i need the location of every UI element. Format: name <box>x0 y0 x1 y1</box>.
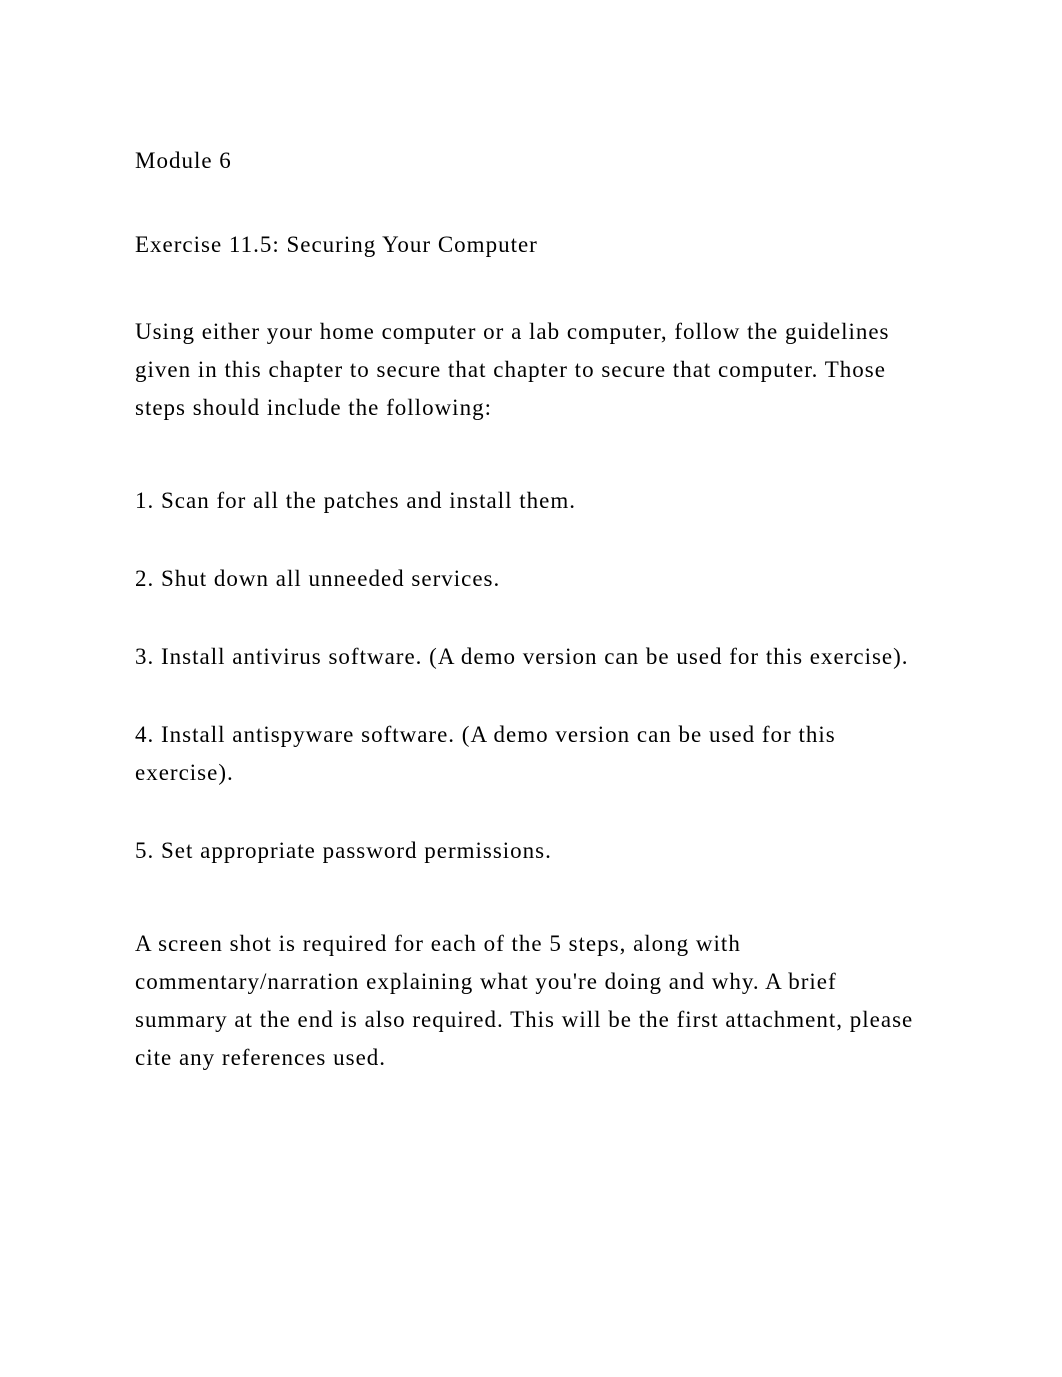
step-item: 3. Install antivirus software. (A demo v… <box>135 638 927 676</box>
closing-paragraph: A screen shot is required for each of th… <box>135 925 927 1077</box>
step-item: 1. Scan for all the patches and install … <box>135 482 927 520</box>
exercise-title: Exercise 11.5: Securing Your Computer <box>135 229 927 261</box>
intro-paragraph: Using either your home computer or a lab… <box>135 313 927 427</box>
module-heading: Module 6 <box>135 145 927 177</box>
step-item: 4. Install antispyware software. (A demo… <box>135 716 927 792</box>
document-page: Module 6 Exercise 11.5: Securing Your Co… <box>0 0 1062 1377</box>
step-item: 2. Shut down all unneeded services. <box>135 560 927 598</box>
steps-list: 1. Scan for all the patches and install … <box>135 482 927 870</box>
step-item: 5. Set appropriate password permissions. <box>135 832 927 870</box>
